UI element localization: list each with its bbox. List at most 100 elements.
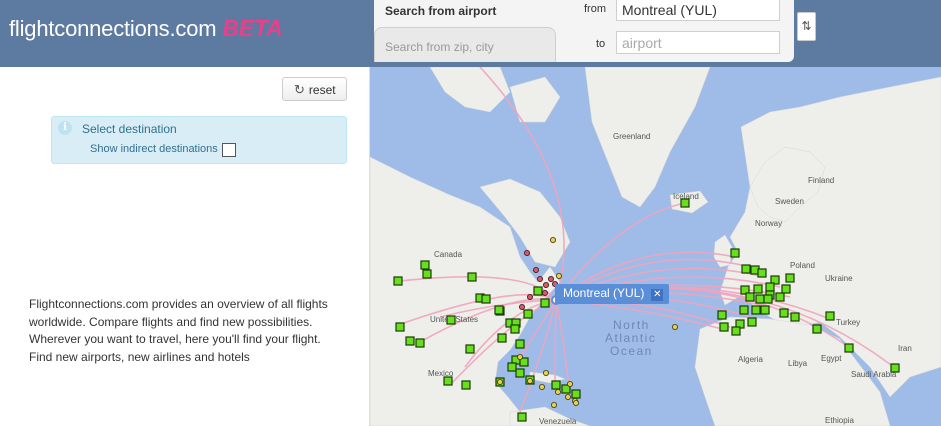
airport-marker-indirect[interactable] (526, 377, 533, 384)
logo-text: flightconnections.com (9, 16, 217, 41)
show-indirect-checkbox[interactable] (222, 143, 236, 157)
airport-marker-direct[interactable] (393, 276, 403, 286)
airport-marker-indirect[interactable] (564, 393, 571, 400)
airport-marker-direct[interactable] (446, 315, 456, 325)
airport-marker-indirect[interactable] (516, 353, 523, 360)
airport-marker-indirect[interactable] (542, 369, 549, 376)
airport-marker-direct[interactable] (765, 282, 775, 292)
airport-marker-direct[interactable] (741, 264, 751, 274)
search-panel: Search from airport Search from zip, cit… (374, 0, 794, 62)
airport-marker-direct[interactable] (745, 292, 755, 302)
airport-marker-direct[interactable] (760, 305, 770, 315)
airport-marker-indirect[interactable] (497, 378, 504, 385)
airport-marker-direct[interactable] (507, 362, 517, 372)
reset-label: reset (308, 83, 336, 97)
airport-marker-direct[interactable] (443, 376, 453, 386)
select-destination-title: Select destination (82, 122, 177, 136)
tab-search-from-airport[interactable]: Search from airport (374, 0, 556, 26)
airport-marker-indirect[interactable] (538, 383, 545, 390)
airport-marker-nearby[interactable] (526, 293, 533, 300)
airport-marker-direct[interactable] (551, 380, 561, 390)
airport-marker-direct[interactable] (890, 363, 900, 373)
airport-marker-direct[interactable] (785, 273, 795, 283)
airport-marker-direct[interactable] (415, 338, 425, 348)
airport-marker-direct[interactable] (812, 324, 822, 334)
from-label: from (584, 3, 606, 15)
airport-marker-direct[interactable] (775, 292, 785, 302)
airport-marker-nearby[interactable] (536, 275, 543, 282)
airport-marker-direct[interactable] (571, 389, 581, 399)
reset-button[interactable]: ↻ reset (282, 77, 347, 101)
airport-marker-direct[interactable] (533, 286, 543, 296)
close-icon[interactable]: ✕ (651, 289, 664, 301)
airport-marker-indirect[interactable] (549, 236, 556, 243)
airport-marker-indirect[interactable] (572, 399, 579, 406)
airport-marker-direct[interactable] (420, 260, 430, 270)
ocean-label-line: Atlantic (605, 331, 656, 345)
airport-marker-direct[interactable] (731, 326, 741, 336)
airport-marker-direct[interactable] (510, 324, 520, 334)
airport-marker-direct[interactable] (790, 312, 800, 322)
refresh-icon: ↻ (294, 82, 305, 97)
airport-marker-direct[interactable] (755, 294, 765, 304)
airport-marker-indirect[interactable] (550, 401, 557, 408)
airport-marker-direct[interactable] (753, 284, 763, 294)
label-greenland: Greenland (613, 132, 650, 141)
airport-marker-direct[interactable] (747, 317, 757, 327)
airport-marker-nearby[interactable] (542, 281, 549, 288)
airport-marker-direct[interactable] (467, 272, 477, 282)
airport-marker-direct[interactable] (739, 305, 749, 315)
airport-marker-direct[interactable] (494, 305, 504, 315)
airport-marker-direct[interactable] (763, 294, 773, 304)
to-airport-input[interactable]: airport (616, 31, 780, 54)
airport-marker-nearby[interactable] (541, 289, 548, 296)
tab-search-from-zip[interactable]: Search from zip, city (374, 27, 556, 62)
airport-marker-direct[interactable] (465, 344, 475, 354)
airport-marker-direct[interactable] (422, 269, 432, 279)
origin-airport-callout[interactable]: Montreal (YUL) ✕ (555, 284, 670, 304)
airport-marker-direct[interactable] (461, 380, 471, 390)
airport-marker-indirect[interactable] (554, 388, 561, 395)
airport-marker-nearby[interactable] (547, 275, 554, 282)
airport-marker-direct[interactable] (757, 268, 767, 278)
airport-marker-direct[interactable] (515, 368, 525, 378)
airport-marker-direct[interactable] (395, 322, 405, 332)
airport-marker-direct[interactable] (844, 343, 854, 353)
airport-marker-direct[interactable] (825, 311, 835, 321)
airport-marker-nearby[interactable] (532, 266, 539, 273)
from-airport-input[interactable]: Montreal (YUL) (616, 0, 780, 21)
airport-marker-direct[interactable] (751, 305, 761, 315)
select-destination-box: i Select destination Show indirect desti… (51, 116, 347, 164)
airport-marker-direct[interactable] (719, 322, 729, 332)
label-ethiopia: Ethiopia (825, 416, 854, 425)
airport-marker-direct[interactable] (523, 309, 533, 319)
airport-marker-direct[interactable] (779, 308, 789, 318)
swap-airports-button[interactable]: ⇅ (797, 12, 816, 41)
airport-marker-direct[interactable] (515, 339, 525, 349)
label-canada: Canada (434, 250, 463, 259)
airport-marker-direct[interactable] (540, 298, 550, 308)
airport-marker-nearby[interactable] (523, 249, 530, 256)
flight-map[interactable]: Greenland Iceland Finland Sweden Norway … (370, 67, 941, 426)
label-venezuela: Venezuela (539, 417, 577, 426)
airport-marker-direct[interactable] (680, 198, 690, 208)
airport-marker-direct[interactable] (497, 333, 507, 343)
airport-marker-indirect[interactable] (566, 380, 573, 387)
beta-badge: BETA (222, 15, 283, 41)
airport-marker-direct[interactable] (405, 336, 415, 346)
swap-vertical-icon: ⇅ (801, 19, 812, 33)
airport-marker-direct[interactable] (517, 412, 527, 422)
left-sidebar: ↻ reset i Select destination Show indirec… (0, 67, 370, 426)
map-canvas[interactable]: Greenland Iceland Finland Sweden Norway … (370, 67, 941, 426)
airport-marker-indirect[interactable] (555, 272, 562, 279)
airport-marker-direct[interactable] (781, 284, 791, 294)
label-libya: Libya (788, 359, 808, 368)
airport-marker-direct[interactable] (481, 294, 491, 304)
airport-marker-nearby[interactable] (518, 303, 525, 310)
airport-marker-indirect[interactable] (671, 323, 678, 330)
site-logo[interactable]: flightconnections.com BETA (9, 15, 283, 42)
airport-marker-direct[interactable] (730, 248, 740, 258)
show-indirect-label[interactable]: Show indirect destinations (90, 143, 218, 155)
airport-marker-direct[interactable] (717, 310, 727, 320)
ocean-label-line: North (613, 318, 650, 332)
